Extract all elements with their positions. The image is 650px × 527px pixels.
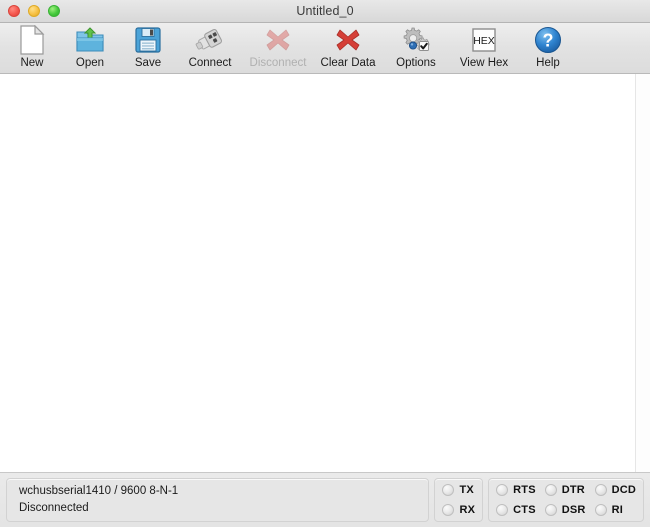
led-indicator-cts: CTS bbox=[496, 502, 536, 518]
toolbar-button-open[interactable]: Open bbox=[61, 23, 119, 73]
connection-state: Disconnected bbox=[19, 502, 89, 514]
toolbar-button-save[interactable]: Save bbox=[119, 23, 177, 73]
toolbar-label-view-hex: View Hex bbox=[459, 57, 509, 69]
led-indicator-ri: RI bbox=[594, 502, 636, 518]
red-x-icon bbox=[261, 25, 295, 55]
gears-icon bbox=[399, 25, 433, 55]
floppy-disk-icon bbox=[131, 25, 165, 55]
control-led-panel: RTS CTS DTR DSR DCD RI bbox=[488, 478, 644, 522]
toolbar-label-connect: Connect bbox=[188, 57, 232, 69]
terminal-output-area[interactable] bbox=[0, 74, 650, 473]
red-x-icon bbox=[331, 25, 365, 55]
connection-status-panel: wchusbserial1410 / 9600 8-N-1 Disconnect… bbox=[6, 478, 430, 522]
toolbar-button-disconnect: Disconnect bbox=[243, 23, 313, 73]
led-light-icon bbox=[442, 504, 455, 516]
led-column: DTR DSR bbox=[544, 482, 586, 518]
toolbar-label-clear-data: Clear Data bbox=[320, 57, 376, 69]
toolbar-label-options: Options bbox=[396, 57, 436, 69]
led-light-icon bbox=[544, 504, 557, 516]
usb-plug-icon bbox=[193, 25, 227, 55]
led-label: DSR bbox=[561, 504, 586, 516]
toolbar: New Open Save Connect Disconnect Clear D… bbox=[0, 23, 650, 74]
hex-box-icon: HEX bbox=[467, 25, 501, 55]
toolbar-label-help: Help bbox=[536, 57, 560, 69]
toolbar-label-save: Save bbox=[134, 57, 162, 69]
svg-text:?: ? bbox=[543, 31, 554, 51]
led-column: RTS CTS bbox=[496, 482, 536, 518]
led-indicator-dtr: DTR bbox=[544, 482, 586, 498]
toolbar-label-new: New bbox=[20, 57, 44, 69]
window-controls bbox=[0, 5, 60, 17]
led-light-icon bbox=[496, 484, 509, 496]
led-light-icon bbox=[442, 484, 455, 496]
open-folder-icon bbox=[73, 25, 107, 55]
led-column: DCD RI bbox=[594, 482, 636, 518]
status-bar: wchusbserial1410 / 9600 8-N-1 Disconnect… bbox=[0, 473, 650, 527]
data-led-panel: TX RX bbox=[434, 478, 484, 522]
led-indicator-dcd: DCD bbox=[594, 482, 636, 498]
led-indicator-rts: RTS bbox=[496, 482, 536, 498]
led-light-icon bbox=[594, 484, 607, 496]
led-label: RX bbox=[459, 504, 476, 516]
toolbar-button-help[interactable]: ? Help bbox=[519, 23, 577, 73]
toolbar-button-connect[interactable]: Connect bbox=[177, 23, 243, 73]
question-mark-icon: ? bbox=[531, 25, 565, 55]
new-document-icon bbox=[15, 25, 49, 55]
toolbar-label-disconnect: Disconnect bbox=[249, 57, 307, 69]
vertical-scrollbar[interactable] bbox=[635, 74, 650, 472]
led-label: RTS bbox=[513, 484, 536, 496]
svg-text:HEX: HEX bbox=[473, 35, 495, 47]
zoom-button[interactable] bbox=[48, 5, 60, 17]
serial-port-info: wchusbserial1410 / 9600 8-N-1 bbox=[19, 485, 179, 497]
led-label: CTS bbox=[513, 504, 536, 516]
led-label: TX bbox=[459, 484, 474, 496]
led-label: RI bbox=[611, 504, 623, 516]
led-light-icon bbox=[544, 484, 557, 496]
led-indicator-dsr: DSR bbox=[544, 502, 586, 518]
title-bar: Untitled_0 bbox=[0, 0, 650, 23]
toolbar-button-options[interactable]: Options bbox=[383, 23, 449, 73]
led-indicator-tx: TX bbox=[442, 482, 475, 498]
toolbar-label-open: Open bbox=[75, 57, 105, 69]
led-light-icon bbox=[496, 504, 509, 516]
led-label: DCD bbox=[611, 484, 636, 496]
toolbar-button-clear-data[interactable]: Clear Data bbox=[313, 23, 383, 73]
minimize-button[interactable] bbox=[28, 5, 40, 17]
led-column: TX RX bbox=[442, 482, 475, 518]
led-label: DTR bbox=[561, 484, 585, 496]
led-light-icon bbox=[594, 504, 607, 516]
toolbar-button-new[interactable]: New bbox=[3, 23, 61, 73]
led-indicator-rx: RX bbox=[442, 502, 475, 518]
app-window: Untitled_0 New Open Save Connect Disconn… bbox=[0, 0, 650, 527]
window-title: Untitled_0 bbox=[296, 4, 354, 18]
toolbar-button-view-hex[interactable]: HEX View Hex bbox=[449, 23, 519, 73]
close-button[interactable] bbox=[8, 5, 20, 17]
